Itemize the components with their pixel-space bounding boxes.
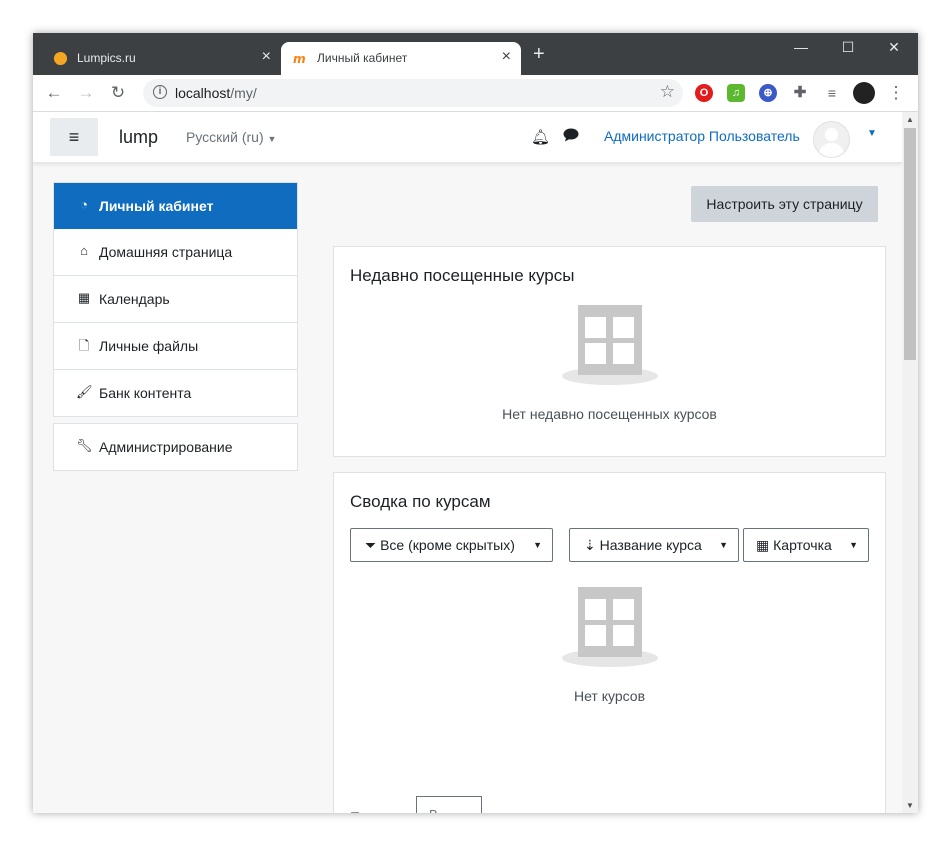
notifications-bell-icon[interactable]: 🔔︎ [531,128,550,146]
moodle-page: ≡ lump Русский (ru) ▼ 🔔︎ Администратор П… [33,112,902,813]
chevron-down-icon: ▼ [719,540,728,550]
reading-list-icon[interactable]: ≡ [823,84,841,102]
customize-page-button[interactable]: Настроить эту страницу [691,186,878,222]
filter-icon: ⏷ [365,537,377,553]
nav-drawer-main: ◔ Личный кабинет ⌂ Домашняя страница ▦ К… [53,182,298,417]
drawer-toggle-button[interactable]: ≡ [50,118,98,156]
close-window-button[interactable]: ✕ [871,37,917,61]
sidebar-item-label: Личные файлы [99,338,199,354]
sort-dropdown[interactable]: ⇣ Название курса ▼ [569,528,739,562]
view-dropdown[interactable]: ▦ Карточка ▼ [743,528,869,562]
scroll-down-icon[interactable]: ▼ [906,801,914,810]
sidebar-item-content-bank[interactable]: 🖌︎ Банк контента [54,370,297,416]
nav-drawer: ◔ Личный кабинет ⌂ Домашняя страница ▦ К… [53,182,298,471]
scroll-up-icon[interactable]: ▲ [906,115,914,124]
reload-icon[interactable]: ↻ [107,82,129,104]
browser-toolbar: ← → ↻ i localhost/my/ ☆ O ♫ ⊕ ✚ ≡ ⋮ [33,75,918,112]
empty-courses-illustration [560,587,660,671]
block-title: Недавно посещенные курсы [350,266,575,285]
sidebar-item-label: Календарь [99,291,170,307]
moodle-icon: m [293,52,306,66]
recent-courses-block: Недавно посещенные курсы Нет недавно пос… [333,246,886,457]
grid-icon: ▦ [756,537,770,553]
url-text[interactable]: localhost/my/ [175,85,257,101]
paintbrush-icon: 🖌︎ [76,384,93,399]
sidebar-item-dashboard[interactable]: ◔ Личный кабинет [54,183,297,229]
opera-extension-icon[interactable]: O [695,84,713,102]
address-bar[interactable]: i localhost/my/ ☆ [143,79,683,107]
browser-menu-icon[interactable]: ⋮ [885,82,907,104]
file-icon: 🗋︎ [78,338,90,353]
user-avatar[interactable] [813,121,850,158]
language-menu[interactable]: Русский (ru) ▼ [186,129,276,145]
sidebar-item-label: Домашняя страница [99,244,233,260]
sidebar-item-calendar[interactable]: ▦ Календарь [54,276,297,323]
sidebar-item-administration[interactable]: 🔧︎ Администрирование [54,424,297,470]
block-title: Сводка по курсам [350,492,491,511]
tab-lumpics[interactable]: Lumpics.ru × [41,42,281,75]
site-navbar: ≡ lump Русский (ru) ▼ 🔔︎ Администратор П… [33,112,902,163]
scrollbar-thumb[interactable] [904,128,916,360]
chevron-down-icon: ▼ [849,540,858,550]
music-extension-icon[interactable]: ♫ [727,84,745,102]
page-scrollbar[interactable]: ▲ ▼ [902,112,918,813]
calendar-icon: ▦ [77,290,91,305]
new-tab-button[interactable]: + [533,44,545,64]
orange-circle-icon [53,51,68,66]
tab-title: Lumpics.ru [77,51,136,65]
filter-dropdown[interactable]: ⏷ Все (кроме скрытых) ▼ [350,528,553,562]
sidebar-item-home[interactable]: ⌂ Домашняя страница [54,229,297,276]
info-icon[interactable]: i [153,85,167,99]
puzzle-extensions-icon[interactable]: ✚ [791,84,809,102]
close-tab-icon[interactable]: × [502,48,511,66]
chevron-down-icon[interactable]: ▼ [867,128,877,139]
tab-title: Личный кабинет [317,51,408,65]
messages-icon[interactable] [563,128,579,146]
vpn-extension-icon[interactable]: ⊕ [759,84,777,102]
close-tab-icon[interactable]: × [262,48,271,66]
course-overview-block: Сводка по курсам ⏷ Все (кроме скрытых) ▼… [333,472,886,813]
bookmark-star-icon[interactable]: ☆ [660,82,675,102]
empty-courses-illustration [560,305,660,389]
browser-window: Lumpics.ru × m Личный кабинет × + — ☐ ✕ … [33,33,918,813]
site-brand[interactable]: lump [119,127,158,148]
empty-state-text: Нет курсов [573,688,646,704]
sidebar-item-label: Администрирование [99,439,233,455]
minimize-button[interactable]: — [778,37,824,61]
wrench-icon: 🔧︎ [76,438,93,453]
maximize-button[interactable]: ☐ [825,37,871,61]
user-menu-name[interactable]: Администратор Пользователь [604,128,800,144]
empty-state-text: Нет недавно посещенных курсов [502,406,717,422]
sidebar-item-label: Банк контента [99,385,192,401]
tab-dashboard[interactable]: m Личный кабинет × [281,42,521,75]
back-arrow-icon[interactable]: ← [43,82,65,104]
nav-drawer-admin: 🔧︎ Администрирование [53,423,298,471]
home-icon: ⌂ [80,243,88,258]
chevron-down-icon: ▼ [533,540,542,550]
profile-avatar-icon[interactable] [853,82,875,104]
forward-arrow-icon[interactable]: → [75,82,97,104]
pager-label: П [350,809,360,813]
svg-text:m: m [293,52,306,66]
sidebar-item-label: Личный кабинет [99,198,214,214]
sort-icon: ⇣ [584,537,596,553]
dashboard-icon: ◔ [80,197,88,212]
tab-bar: Lumpics.ru × m Личный кабинет × + — ☐ ✕ [33,33,918,75]
pager-select[interactable]: В [416,796,482,813]
sidebar-item-files[interactable]: 🗋︎ Личные файлы [54,323,297,370]
